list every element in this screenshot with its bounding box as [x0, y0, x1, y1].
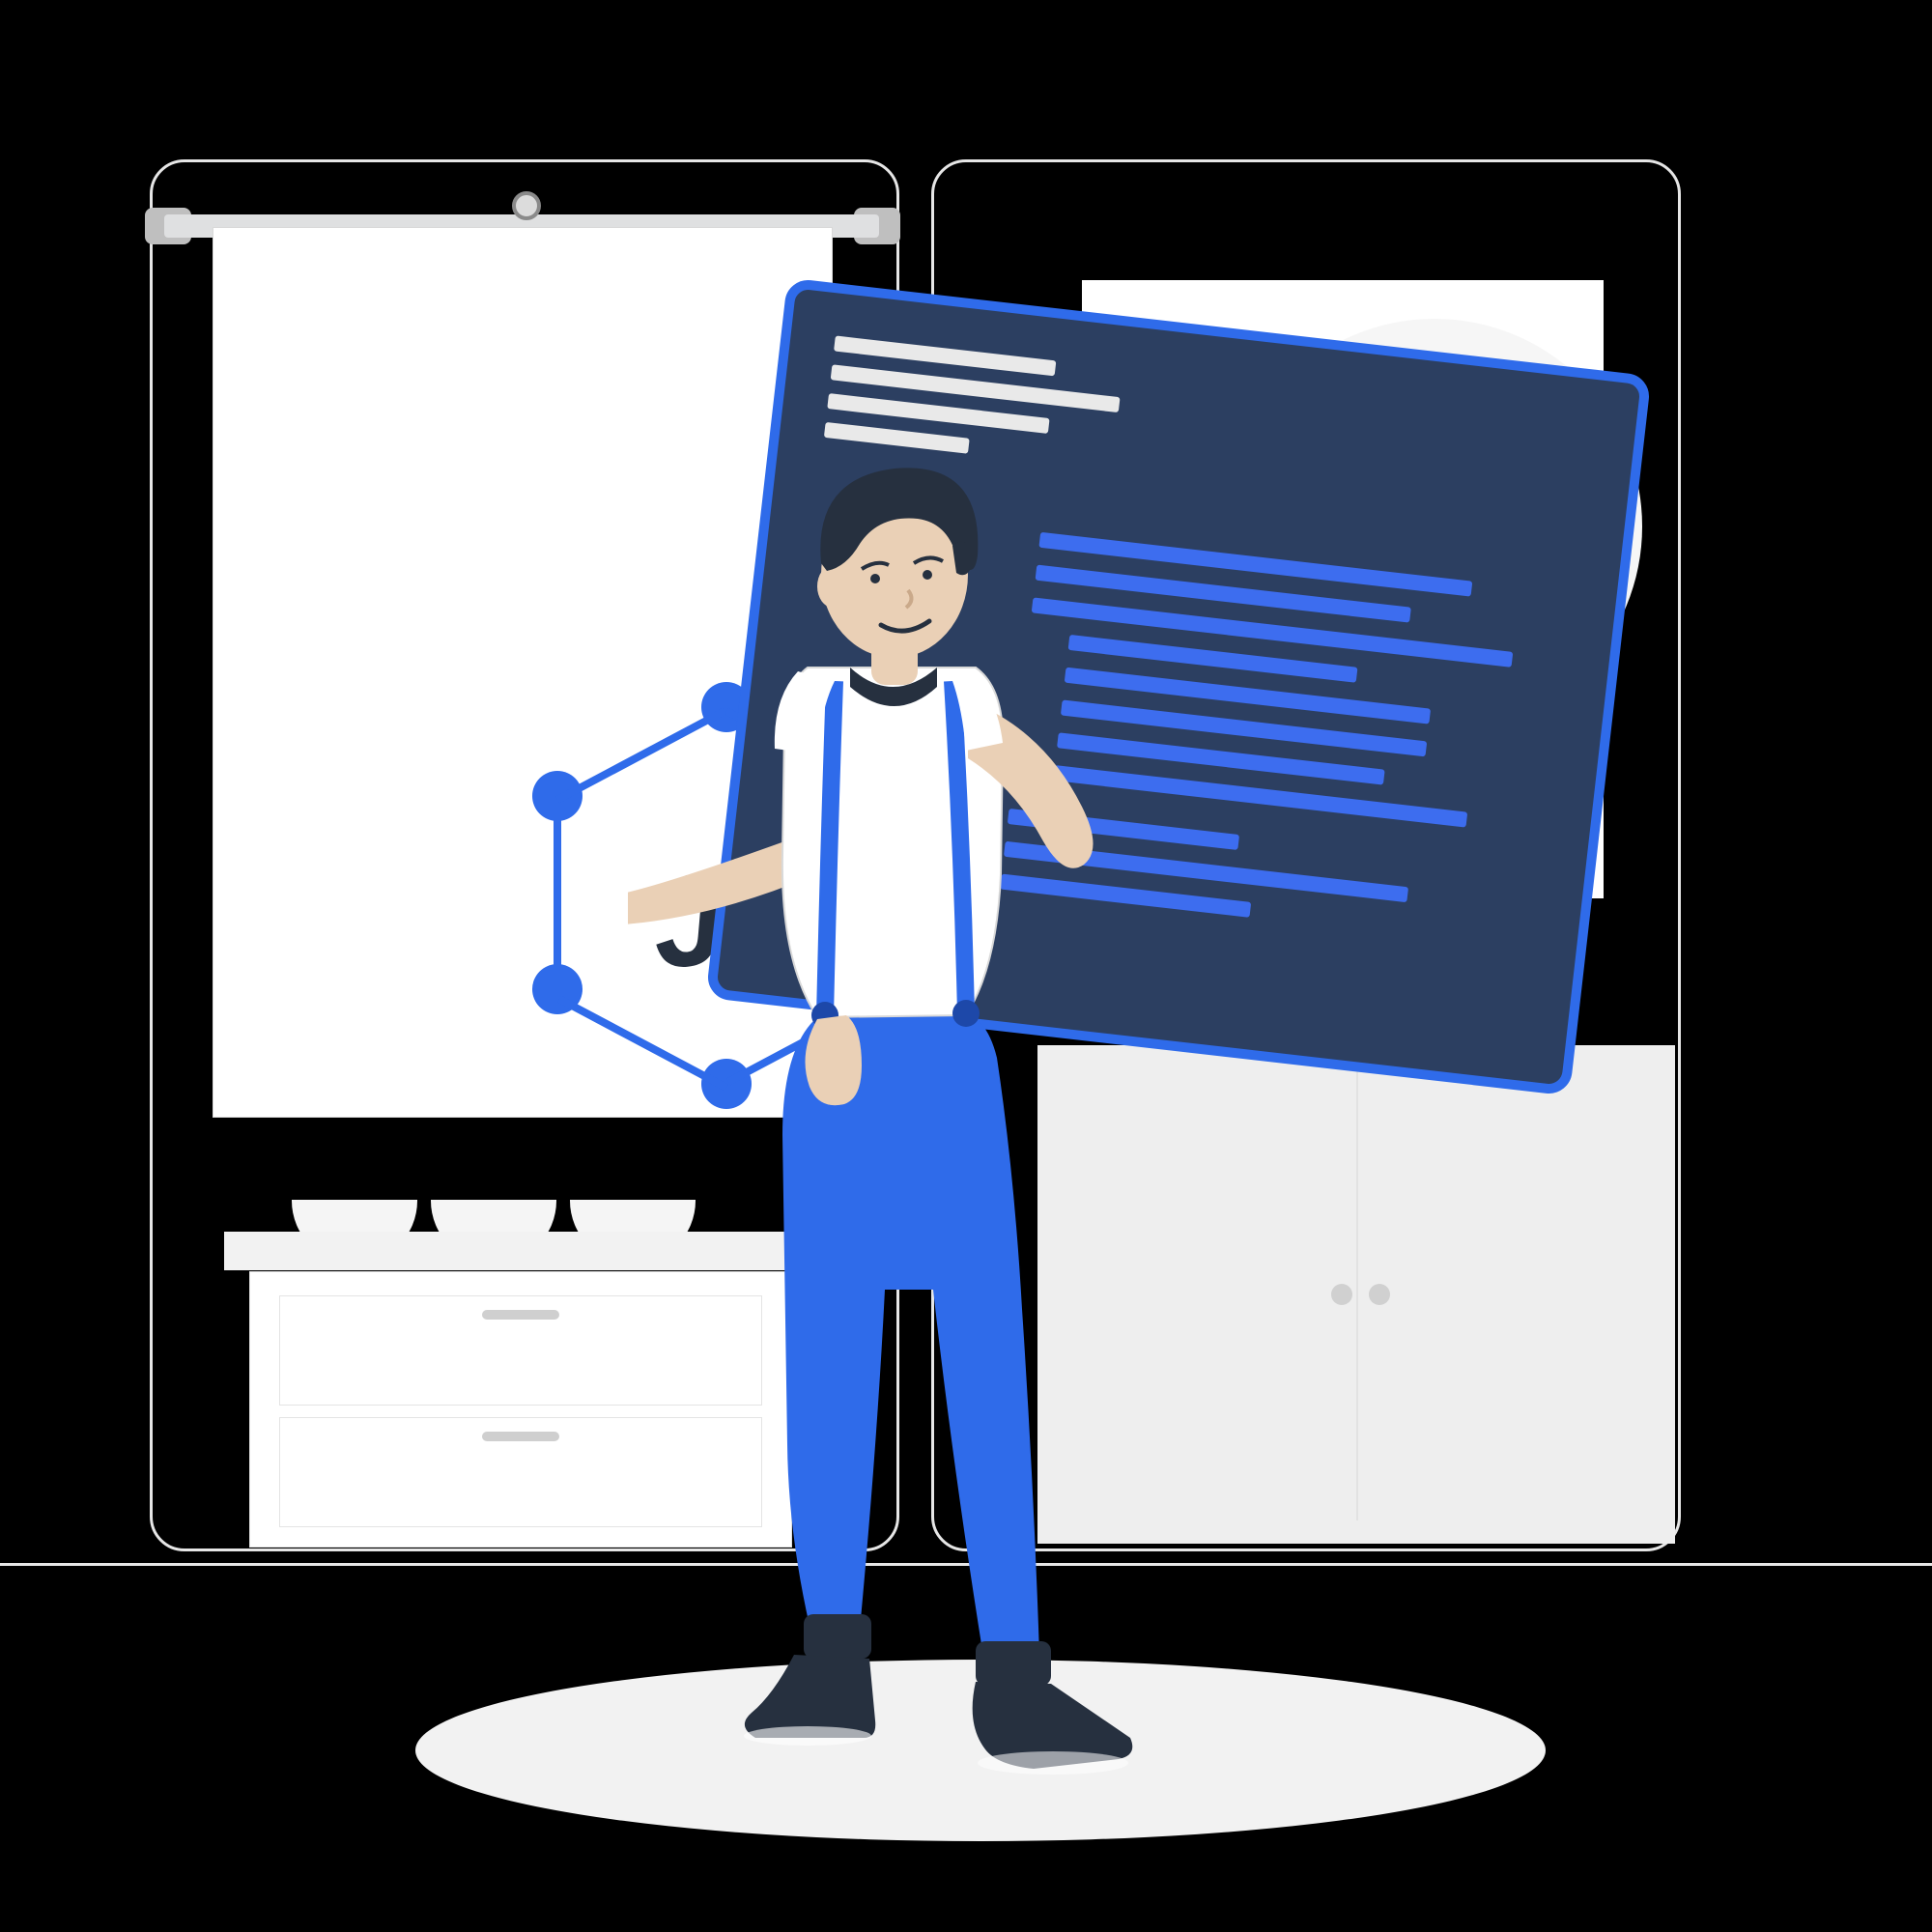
- cabinet-divider: [1356, 1068, 1358, 1520]
- screen-rod-hook: [512, 191, 541, 220]
- illustration-stage: JS: [0, 0, 1932, 1932]
- developer-character: [628, 440, 1169, 1802]
- drawer-handle-1: [482, 1310, 559, 1320]
- cabinet-knob-left: [1331, 1284, 1352, 1305]
- drawer-handle-2: [482, 1432, 559, 1441]
- cabinet-knob-right: [1369, 1284, 1390, 1305]
